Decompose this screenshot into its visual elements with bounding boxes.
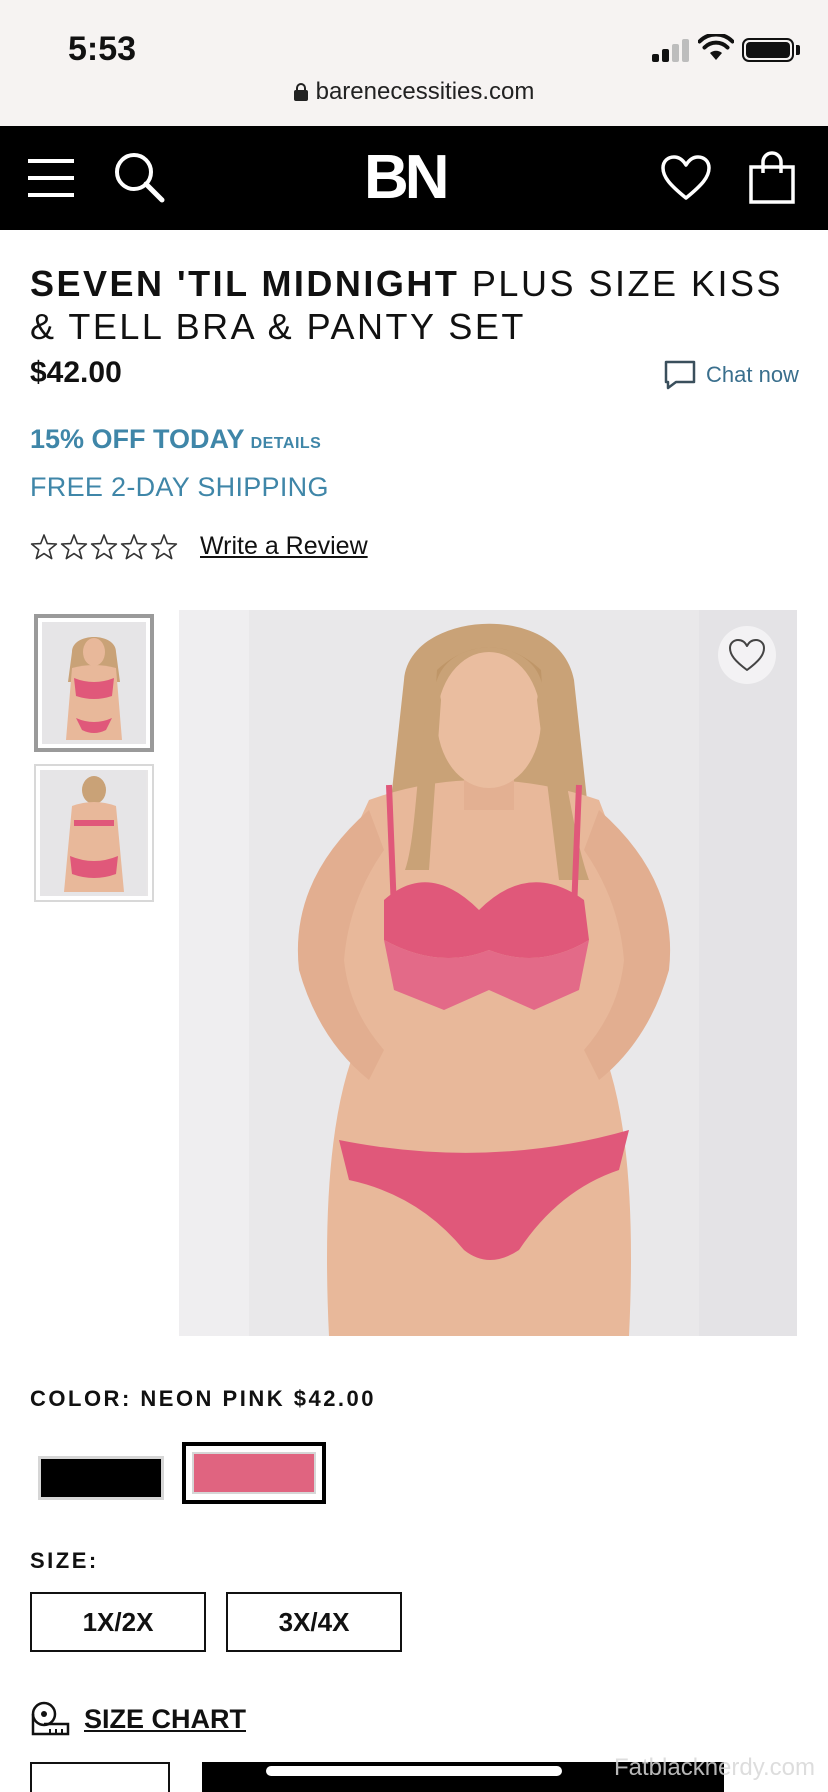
promo-banner: 15% OFF TODAY DETAILS [30,424,321,455]
color-swatch-black[interactable] [38,1442,166,1504]
status-bar: 5:53 barenecessities.com [0,0,828,126]
thumbnail-back[interactable] [34,764,154,902]
size-chart-label: SIZE CHART [84,1703,246,1734]
product-thumbnail-front-image [42,622,146,744]
star-outline-icon [30,533,58,559]
clock: 5:53 [68,30,137,68]
heart-outline-icon [729,639,765,671]
product-price: $42.00 [30,356,122,389]
shipping-info: FREE 2-DAY SHIPPING [30,472,329,502]
star-outline-icon [120,533,148,559]
address-bar[interactable]: barenecessities.com [0,78,828,106]
product-thumbnail-back-image [40,770,146,896]
star-outline-icon [60,533,88,559]
add-to-wishlist-button[interactable] [718,626,776,684]
promo-details-link[interactable]: DETAILS [251,435,322,452]
tape-measure-icon [31,1701,70,1736]
size-option-1x2x[interactable]: 1X/2X [30,1592,206,1652]
product-title: SEVEN 'TIL MIDNIGHT PLUS SIZE KISS & TEL… [30,262,790,348]
write-review-link[interactable]: Write a Review [200,532,368,561]
star-rating[interactable] [30,533,178,561]
rating-row: Write a Review [30,532,368,561]
wifi-icon [698,34,734,60]
chat-now-label: Chat now [706,362,799,387]
search-icon [115,153,165,203]
menu-button[interactable] [22,148,82,208]
site-logo[interactable]: BN [364,146,450,210]
size-option-3x4x[interactable]: 3X/4X [226,1592,402,1652]
shopping-bag-icon [749,151,795,204]
cellular-signal-icon [652,38,690,62]
product-photo [179,610,797,1336]
url-text: barenecessities.com [315,78,535,105]
product-main-image[interactable] [179,610,797,1336]
battery-tip [796,45,800,55]
star-outline-icon [90,533,118,559]
battery-icon [742,38,794,62]
wishlist-button[interactable] [656,148,716,208]
watermark: Fatblacknerdy.com [614,1754,815,1781]
color-label: COLOR: NEON PINK $42.00 [30,1386,377,1411]
home-indicator [266,1766,562,1776]
promo-text: 15% OFF TODAY [30,424,245,454]
product-brand[interactable]: SEVEN 'TIL MIDNIGHT [30,263,459,304]
chat-bubble-icon [664,360,696,390]
site-header: BN [0,126,828,230]
thumbnail-front[interactable] [34,614,154,752]
shopping-bag-button[interactable] [742,148,802,208]
hamburger-icon [28,159,74,197]
search-button[interactable] [110,148,170,208]
star-outline-icon [150,533,178,559]
color-swatch-neon-pink[interactable] [182,1442,326,1504]
heart-icon [661,155,711,200]
size-chart-link[interactable]: SIZE CHART [30,1700,246,1738]
quantity-selector[interactable] [30,1762,170,1792]
size-label: SIZE: [30,1548,99,1573]
lock-icon [293,83,308,101]
chat-now-button[interactable]: Chat now [664,360,799,390]
